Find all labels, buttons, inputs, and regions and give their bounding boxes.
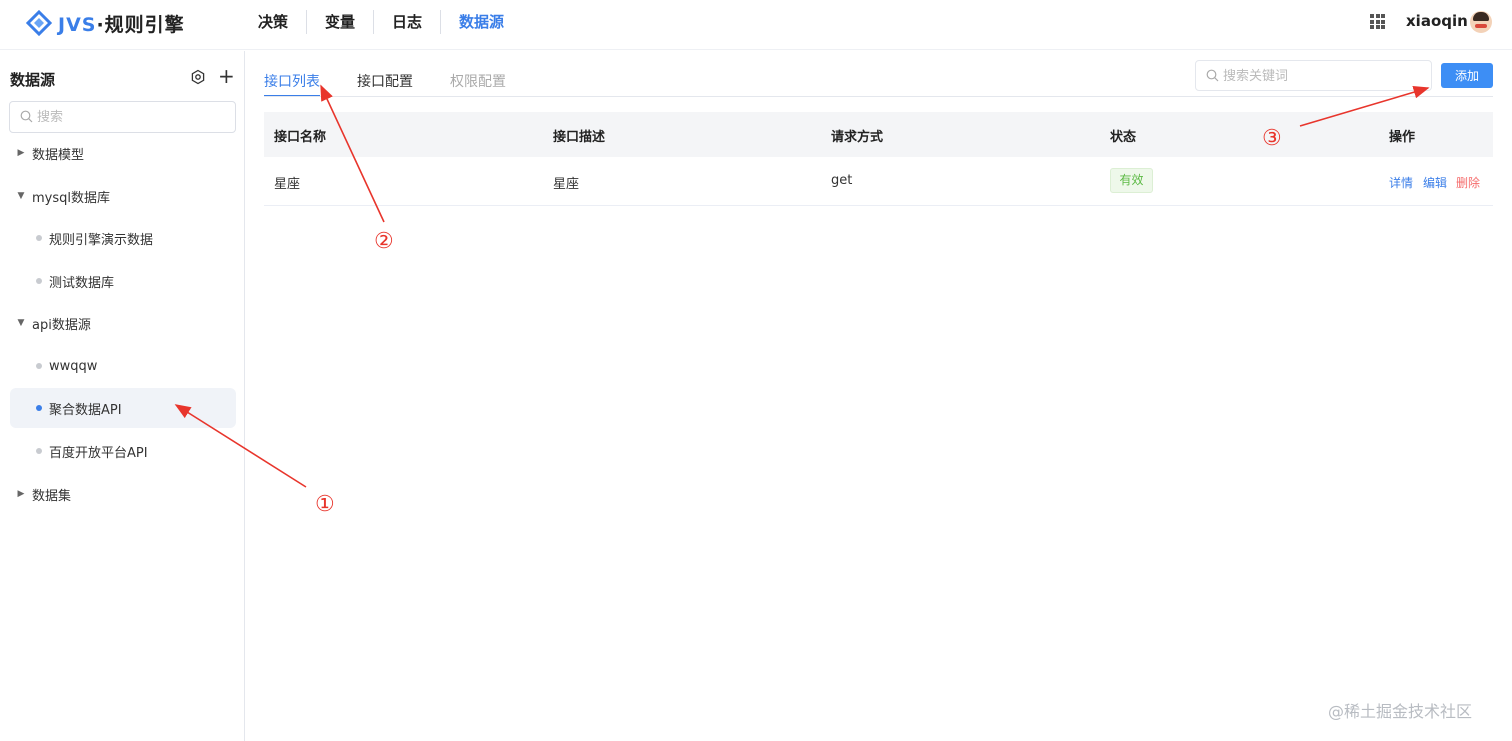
tree-item-juhe-api[interactable]: 聚合数据API (10, 388, 236, 428)
username[interactable]: xiaoqin (1406, 12, 1468, 30)
edit-link[interactable]: 编辑 (1423, 174, 1447, 191)
bullet-icon (36, 235, 42, 241)
search-icon (1206, 69, 1219, 82)
annotation-marker-3: ③ (1262, 126, 1282, 151)
column-header-description: 接口描述 (553, 130, 606, 145)
column-header-name: 接口名称 (274, 130, 327, 145)
sidebar-search-input[interactable] (37, 107, 227, 127)
bullet-icon (36, 448, 42, 454)
cell-description: 星座 (553, 177, 580, 192)
top-nav: 决策 变量 日志 数据源 (240, 0, 522, 44)
cell-method: get (831, 173, 853, 188)
top-bar: JVS·规则引擎 决策 变量 日志 数据源 xiaoqin (0, 0, 1512, 50)
tree-item-rule-demo-data[interactable]: 规则引擎演示数据 (10, 218, 236, 258)
annotation-marker-2: ② (374, 229, 394, 254)
logo-text: ·规则引擎 (96, 13, 185, 36)
tree-item-label: api数据源 (32, 317, 91, 333)
column-header-actions: 操作 (1389, 130, 1416, 145)
tree-item-baidu-api[interactable]: 百度开放平台API (10, 431, 236, 471)
tree-item-label: 测试数据库 (49, 275, 115, 291)
bullet-icon (36, 363, 42, 369)
settings-icon[interactable] (190, 69, 206, 85)
cell-name: 星座 (274, 177, 301, 192)
tree-item-label: 百度开放平台API (49, 445, 148, 461)
logo-brand: JVS (58, 13, 97, 36)
tree-item-label: mysql数据库 (32, 190, 110, 206)
keyword-search (1195, 60, 1432, 91)
tree-item-dataset[interactable]: ▶ 数据集 (10, 474, 236, 514)
tree-item-api-datasource[interactable]: ▼ api数据源 (10, 303, 236, 343)
watermark: @稀土掘金技术社区 (1328, 702, 1473, 721)
tab-permission-config: 权限配置 (450, 74, 506, 90)
table-row: 星座 星座 get 有效 详情 编辑 删除 (264, 157, 1493, 206)
tree-item-label: wwqqw (49, 358, 98, 374)
tree-item-wwqqw[interactable]: wwqqw (10, 346, 236, 386)
column-header-status: 状态 (1110, 130, 1137, 145)
tree-item-label: 数据模型 (32, 147, 85, 163)
tab-api-list[interactable]: 接口列表 (264, 66, 320, 97)
keyword-search-input[interactable] (1223, 66, 1423, 86)
bullet-icon (36, 278, 42, 284)
app-logo[interactable]: JVS·规则引擎 (26, 8, 185, 38)
tree-item-data-model[interactable]: ▶ 数据模型 (10, 133, 236, 173)
caret-down-icon[interactable]: ▼ (10, 318, 32, 328)
logo-icon (26, 10, 52, 36)
column-header-method: 请求方式 (831, 130, 884, 145)
tab-api-config[interactable]: 接口配置 (357, 66, 413, 97)
tree-item-label: 数据集 (32, 488, 72, 504)
add-button[interactable]: 添加 (1441, 63, 1493, 88)
delete-link[interactable]: 删除 (1456, 174, 1480, 191)
search-icon (20, 110, 33, 123)
nav-datasource[interactable]: 数据源 (441, 10, 522, 34)
nav-variables[interactable]: 变量 (307, 10, 375, 34)
nav-decision[interactable]: 决策 (240, 10, 308, 34)
sidebar-title: 数据源 (10, 71, 56, 89)
caret-down-icon[interactable]: ▼ (10, 191, 32, 201)
tree-item-label: 规则引擎演示数据 (49, 232, 154, 248)
avatar[interactable] (1470, 11, 1492, 33)
caret-right-icon[interactable]: ▶ (10, 148, 32, 158)
status-badge: 有效 (1110, 168, 1153, 193)
tab-bar: 接口列表 接口配置 权限配置 (264, 66, 543, 97)
sidebar-search (9, 101, 236, 133)
annotation-marker-1: ① (315, 492, 335, 517)
tree-item-mysql[interactable]: ▼ mysql数据库 (10, 176, 236, 216)
tree-item-test-db[interactable]: 测试数据库 (10, 261, 236, 301)
table-header: 接口名称 接口描述 请求方式 状态 操作 (264, 112, 1493, 157)
caret-right-icon[interactable]: ▶ (10, 489, 32, 499)
apps-grid-icon[interactable] (1370, 14, 1385, 29)
tree-item-label: 聚合数据API (49, 402, 122, 418)
sidebar: 数据源 + ▶ 数据模型 ▼ mysql数据库 规则引擎演示数据 测试数据库 ▼… (0, 51, 245, 741)
tabs-divider (264, 96, 1493, 97)
nav-logs[interactable]: 日志 (374, 10, 442, 34)
detail-link[interactable]: 详情 (1389, 174, 1413, 191)
add-icon[interactable]: + (218, 66, 235, 86)
bullet-icon (36, 405, 42, 411)
